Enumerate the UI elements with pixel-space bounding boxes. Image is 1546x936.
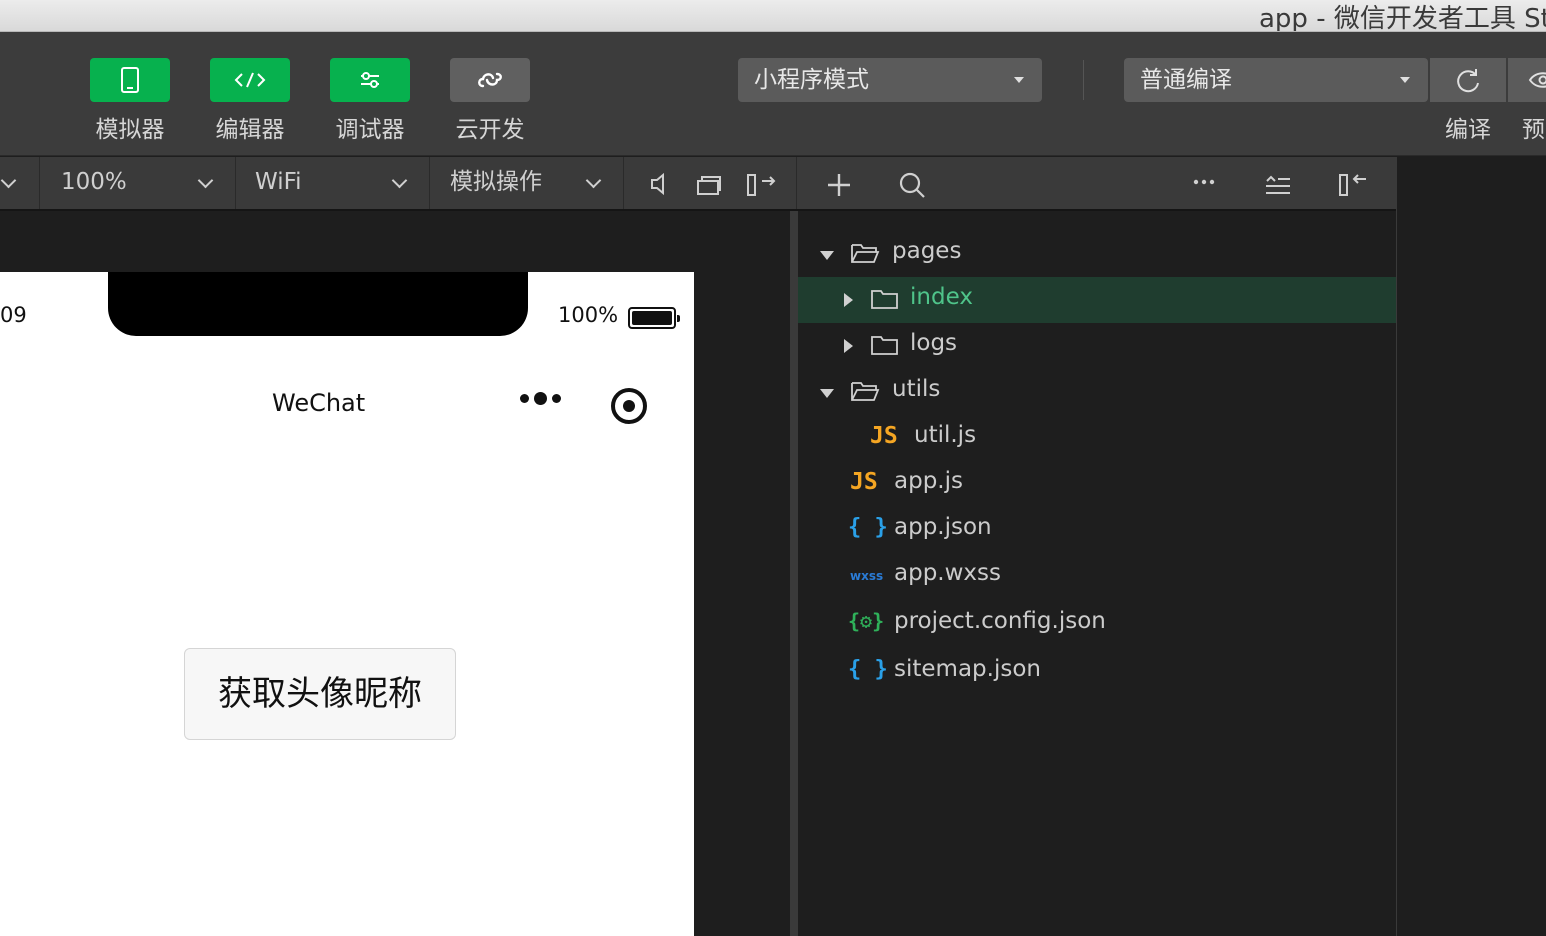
device-select[interactable] (0, 157, 40, 209)
chevron-down-icon (585, 172, 602, 189)
collapsed-arrow-icon (844, 339, 853, 353)
tree-folder-pages[interactable]: pages (798, 231, 1396, 277)
status-time: 09 (0, 303, 27, 327)
tree-label: index (910, 284, 973, 310)
cloud-dev-label: 云开发 (455, 117, 525, 143)
expanded-arrow-icon (820, 389, 834, 398)
get-avatar-nickname-button[interactable]: 获取头像昵称 (184, 648, 456, 740)
network-value: WiFi (255, 169, 302, 195)
folder-icon (871, 336, 898, 355)
simulator-label: 模拟器 (95, 117, 165, 143)
main-toolbar: 模拟器 编辑器 调试器 云开发 小程序模式 普通编译 编译 预 (0, 32, 1546, 156)
folder-open-icon (851, 382, 880, 401)
tree-label: project.config.json (894, 608, 1106, 634)
chevron-down-icon (0, 172, 17, 189)
network-select[interactable]: WiFi (236, 157, 430, 209)
config-file-icon: {⚙} (848, 609, 885, 633)
screen-fit-icon[interactable] (696, 173, 722, 197)
compile-mode-value: 普通编译 (1140, 67, 1232, 93)
tree-label: sitemap.json (894, 656, 1041, 682)
chevron-down-icon (391, 172, 408, 189)
file-explorer: pages index logs utils JS util.js JS app… (798, 211, 1396, 936)
compile-label: 编译 (1445, 117, 1491, 143)
refresh-icon (1457, 69, 1479, 93)
collapse-all-icon[interactable] (1264, 173, 1292, 197)
folder-open-icon (851, 244, 880, 263)
battery-icon (628, 307, 680, 329)
sliders-icon (361, 72, 379, 88)
chevron-down-icon (197, 172, 214, 189)
collapsed-arrow-icon (844, 293, 853, 307)
tree-label: pages (892, 238, 962, 264)
tree-file-app-js[interactable]: JS app.js (798, 461, 1396, 507)
subbar-divider (796, 157, 797, 209)
tree-file-sitemap-json[interactable]: { } sitemap.json (798, 649, 1396, 695)
caret-down-icon (1400, 77, 1410, 83)
editor-label: 编辑器 (215, 117, 285, 143)
simulate-ops-select[interactable]: 模拟操作 (430, 157, 624, 209)
simulator-panel: 09 100% WeChat 获取头像昵称 (0, 211, 790, 936)
tree-folder-index[interactable]: index (798, 277, 1396, 323)
window-titlebar: app - 微信开发者工具 St (0, 0, 1546, 32)
tree-file-app-wxss[interactable]: wxss app.wxss (798, 553, 1396, 599)
sub-toolbar: 100% WiFi 模拟操作 (0, 157, 1546, 211)
tree-label: app.json (894, 514, 992, 540)
tree-label: utils (892, 376, 941, 402)
add-file-icon[interactable] (826, 172, 852, 198)
zoom-value: 100% (61, 169, 127, 195)
editor-pane[interactable] (1396, 157, 1546, 936)
tree-file-util-js[interactable]: JS util.js (798, 415, 1396, 461)
debugger-label: 调试器 (335, 117, 405, 143)
simulator-toggle-button[interactable] (90, 58, 170, 102)
code-icon (234, 72, 266, 88)
detach-simulator-icon[interactable] (744, 169, 780, 199)
tree-label: app.js (894, 468, 963, 494)
compile-button[interactable] (1430, 58, 1506, 102)
tree-label: logs (910, 330, 958, 356)
tree-folder-utils[interactable]: utils (798, 369, 1396, 415)
js-file-icon: JS (850, 469, 878, 495)
preview-button[interactable] (1508, 58, 1546, 102)
json-file-icon: { } (848, 515, 888, 540)
mode-select[interactable]: 小程序模式 (738, 58, 1042, 102)
debugger-toggle-button[interactable] (330, 58, 410, 102)
battery-percent: 100% (558, 303, 619, 327)
tree-file-project-config[interactable]: {⚙} project.config.json (798, 601, 1396, 647)
cloud-icon (478, 72, 502, 88)
phone-screen[interactable]: 09 100% WeChat 获取头像昵称 (0, 272, 694, 936)
eye-icon (1528, 72, 1546, 88)
more-menu-icon[interactable] (520, 392, 561, 405)
tree-label: util.js (914, 422, 977, 448)
close-miniprogram-icon[interactable] (611, 388, 647, 424)
tree-file-app-json[interactable]: { } app.json (798, 507, 1396, 553)
collapse-panel-icon[interactable] (1336, 169, 1372, 199)
folder-icon (871, 290, 898, 309)
cloud-dev-button[interactable] (450, 58, 530, 102)
nav-title: WeChat (272, 389, 366, 417)
speaker-icon[interactable] (648, 172, 668, 196)
toolbar-divider (1083, 60, 1084, 100)
mode-select-value: 小程序模式 (754, 67, 869, 93)
json-file-icon: { } (848, 657, 888, 682)
wxss-file-icon: wxss (850, 569, 884, 583)
panel-splitter[interactable] (790, 211, 798, 936)
search-icon[interactable] (898, 171, 926, 199)
simulate-ops-value: 模拟操作 (450, 169, 542, 195)
more-options-icon[interactable] (1192, 177, 1216, 187)
zoom-select[interactable]: 100% (40, 157, 236, 209)
tree-folder-logs[interactable]: logs (798, 323, 1396, 369)
phone-notch (108, 272, 528, 336)
editor-toggle-button[interactable] (210, 58, 290, 102)
preview-label: 预 (1522, 117, 1545, 143)
phone-icon (121, 67, 139, 93)
compile-mode-select[interactable]: 普通编译 (1124, 58, 1428, 102)
expanded-arrow-icon (820, 251, 834, 260)
tree-label: app.wxss (894, 560, 1001, 586)
window-title: app - 微信开发者工具 St (1259, 4, 1546, 32)
caret-down-icon (1014, 77, 1024, 83)
js-file-icon: JS (870, 423, 898, 449)
